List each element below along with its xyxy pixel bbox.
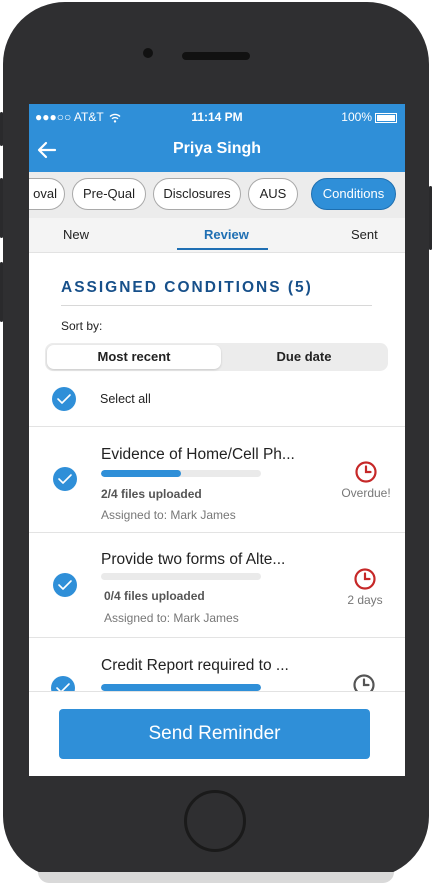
status-bar: ●●●○○ AT&T 11:14 PM 100%	[29, 104, 405, 128]
sort-most-recent[interactable]: Most recent	[47, 345, 221, 369]
divider	[29, 532, 405, 533]
condition-checkbox[interactable]	[53, 573, 77, 597]
divider	[61, 305, 372, 306]
chip-disclosures[interactable]: Disclosures	[153, 178, 241, 210]
app-screen: ●●●○○ AT&T 11:14 PM 100% Priya Singh ova…	[29, 104, 405, 776]
front-camera	[143, 48, 153, 58]
section-heading: ASSIGNED CONDITIONS (5)	[61, 279, 313, 296]
status-tabs: New Review Sent	[29, 218, 405, 253]
assigned-to: Assigned to: Mark James	[101, 508, 236, 522]
phone-shadow	[38, 872, 394, 883]
select-all-label: Select all	[100, 392, 151, 406]
checkmark-icon	[58, 474, 72, 484]
sort-label: Sort by:	[61, 319, 103, 333]
chip-conditions[interactable]: Conditions	[311, 178, 396, 210]
sort-segmented-control: Most recent Due date	[45, 343, 388, 371]
clock-icon	[354, 568, 376, 590]
condition-title[interactable]: Credit Report required to ...	[101, 657, 289, 675]
checkmark-icon	[58, 580, 72, 590]
volume-down-button	[0, 262, 3, 322]
battery-icon	[375, 112, 397, 123]
assigned-to: Assigned to: Mark James	[104, 611, 239, 625]
earpiece-speaker	[182, 52, 250, 60]
battery-indicator: 100%	[341, 110, 397, 124]
divider	[29, 637, 405, 638]
tab-new[interactable]: New	[63, 227, 89, 242]
volume-up-button	[0, 178, 3, 238]
clock-icon	[355, 461, 377, 483]
condition-title[interactable]: Evidence of Home/Cell Ph...	[101, 446, 295, 464]
due-status: Overdue!	[341, 486, 391, 500]
send-reminder-button[interactable]: Send Reminder	[59, 709, 370, 759]
due-status: 2 days	[347, 593, 383, 607]
divider	[29, 426, 405, 427]
select-all-checkbox[interactable]	[52, 387, 76, 411]
sort-due-date[interactable]: Due date	[222, 345, 386, 369]
chip-pre-qual[interactable]: Pre-Qual	[72, 178, 146, 210]
files-uploaded-count: 0/4 files uploaded	[104, 589, 205, 603]
mute-switch	[0, 112, 3, 146]
chip-aus[interactable]: AUS	[248, 178, 298, 210]
condition-title[interactable]: Provide two forms of Alte...	[101, 551, 285, 569]
bottom-action-bar: Send Reminder	[29, 691, 405, 776]
milestone-chip-bar: oval Pre-Qual Disclosures AUS Conditions	[29, 172, 405, 218]
upload-progress-bar	[101, 684, 261, 691]
chip-approval[interactable]: oval	[29, 178, 65, 210]
files-uploaded-count: 2/4 files uploaded	[101, 487, 202, 501]
condition-checkbox[interactable]	[53, 467, 77, 491]
upload-progress-fill	[101, 470, 181, 477]
nav-bar: Priya Singh	[29, 128, 405, 172]
tab-review[interactable]: Review	[204, 227, 249, 242]
upload-progress-bar	[101, 573, 261, 580]
active-tab-indicator	[177, 248, 268, 250]
home-button[interactable]	[184, 790, 246, 852]
upload-progress-bar	[101, 470, 261, 477]
tab-sent[interactable]: Sent	[351, 227, 378, 242]
page-title: Priya Singh	[172, 140, 262, 157]
checkmark-icon	[57, 394, 71, 404]
upload-progress-fill	[101, 684, 261, 691]
